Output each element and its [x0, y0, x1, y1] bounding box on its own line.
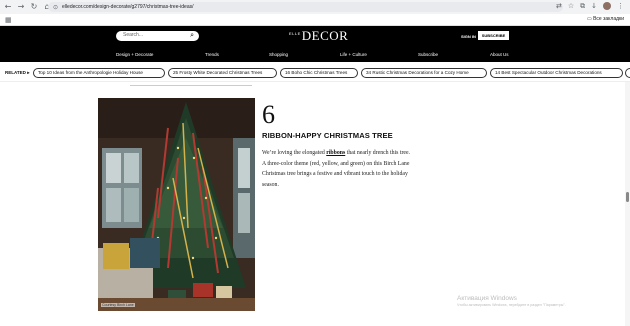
logo-text: DECOR: [301, 28, 349, 43]
site-info-icon[interactable]: ⊙: [53, 4, 58, 11]
address-bar[interactable]: ⊙ elledecor.com/design-decorate/g2797/ch…: [48, 2, 563, 12]
bookmark-star-icon[interactable]: ☆: [568, 2, 574, 11]
menu-icon[interactable]: ⋮: [617, 2, 624, 11]
logo-prefix: ELLE: [289, 31, 301, 36]
site-logo[interactable]: ELLEDECOR: [289, 28, 348, 44]
translate-icon[interactable]: ⇄: [556, 2, 562, 11]
download-icon[interactable]: ↓: [591, 2, 597, 11]
christmas-tree-image: [98, 98, 255, 311]
nav-shopping[interactable]: Shopping: [269, 52, 288, 57]
related-chip[interactable]: 25 Frosty White Decorated Christmas Tree…: [168, 68, 277, 78]
item-title: RIBBON-HAPPY CHRISTMAS TREE: [262, 131, 393, 140]
related-chip[interactable]: 14 Best Spectacular Outdoor Christmas De…: [490, 68, 623, 78]
search-input[interactable]: Search... ⌕: [116, 31, 199, 41]
nav-life-culture[interactable]: Life + Culture: [340, 52, 367, 57]
watermark-subtitle: Чтобы активировать Windows, перейдите в …: [457, 303, 566, 307]
arrow-right-icon: ▸: [27, 70, 30, 75]
related-chip[interactable]: 16 Boho Chic Christmas Trees: [280, 68, 358, 78]
nav-subscribe[interactable]: Subscribe: [418, 52, 438, 57]
related-bar: RELATED ▸ Top 10 Ideas from the Anthropo…: [0, 64, 630, 82]
reload-icon[interactable]: ↻: [29, 2, 39, 12]
sign-in-link[interactable]: SIGN IN: [461, 34, 476, 39]
photo-credit: Courtesy Birch Lane: [101, 303, 135, 307]
extensions-icon[interactable]: ⧉: [580, 2, 585, 11]
watermark-title: Активация Windows: [457, 295, 517, 302]
browser-toolbar: ← → ↻ ⌂ ⊙ elledecor.com/design-decorate/…: [0, 0, 630, 14]
ribbons-link[interactable]: ribbons: [326, 150, 345, 156]
folder-icon: ▭: [586, 16, 592, 22]
desc-text: We’re loving the elongated: [262, 150, 327, 156]
bookmarks-bar: ▦ ▭ Все закладки: [0, 14, 630, 26]
site-header: Search... ⌕ ELLEDECOR SIGN IN SUBSCRIBE: [0, 26, 630, 62]
search-placeholder: Search...: [123, 32, 144, 38]
scroll-thumb[interactable]: [626, 192, 629, 202]
related-chip[interactable]: 34 Rustic Christmas Decorations for a Co…: [361, 68, 487, 78]
subscribe-button[interactable]: SUBSCRIBE: [478, 31, 509, 40]
page-scrollbar[interactable]: [625, 82, 630, 326]
related-chip-overflow[interactable]: [625, 68, 630, 78]
url-text: elledecor.com/design-decorate/g2797/chri…: [62, 4, 194, 10]
all-bookmarks-button[interactable]: ▭ Все закладки: [587, 16, 624, 22]
item-description: We’re loving the elongated ribbons that …: [262, 148, 412, 190]
related-label: RELATED ▸: [5, 70, 30, 75]
nav-about-us[interactable]: About Us: [490, 52, 509, 57]
search-icon[interactable]: ⌕: [190, 31, 194, 40]
article-photo[interactable]: [98, 98, 255, 311]
divider: [130, 85, 252, 86]
nav-design-decorate[interactable]: Design + Decorate: [116, 52, 153, 57]
related-chip[interactable]: Top 10 Ideas from the Anthropologie Holi…: [33, 68, 165, 78]
all-bookmarks-label: Все закладки: [593, 16, 624, 22]
item-number: 6: [262, 100, 275, 129]
back-icon[interactable]: ←: [3, 2, 13, 12]
windows-activation-watermark: Активация Windows Чтобы активировать Win…: [457, 295, 566, 307]
nav-trends[interactable]: Trends: [205, 52, 219, 57]
forward-icon[interactable]: →: [16, 2, 26, 12]
profile-avatar[interactable]: [603, 2, 611, 10]
apps-grid-icon[interactable]: ▦: [5, 16, 12, 24]
